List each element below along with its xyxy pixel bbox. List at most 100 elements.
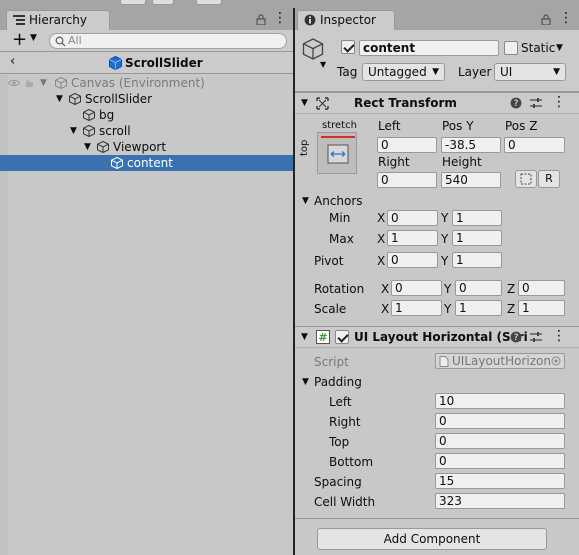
layer-dropdown[interactable]: UI ▼ xyxy=(494,63,566,81)
posy-field[interactable]: -38.5 xyxy=(441,137,501,153)
gameobject-cube-icon xyxy=(55,77,67,89)
blueprint-mode-button[interactable] xyxy=(515,170,537,188)
right-field[interactable]: 0 xyxy=(377,172,437,188)
tree-row-scroll[interactable]: ▼ scroll xyxy=(0,123,293,139)
visibility-eye-icon[interactable] xyxy=(8,79,20,87)
hierarchy-list-icon xyxy=(13,14,25,26)
back-chevron-icon[interactable]: ‹ xyxy=(10,53,15,71)
add-button[interactable]: + xyxy=(12,30,27,50)
gameobject-cube-icon xyxy=(111,157,123,169)
padding-top-field[interactable]: 0 xyxy=(435,433,565,449)
anchors-foldout-arrow-icon[interactable]: ▼ xyxy=(302,193,309,209)
gameobject-cube-icon[interactable] xyxy=(302,38,324,60)
rotation-x-field[interactable]: 0 xyxy=(391,280,442,296)
padding-right-field[interactable]: 0 xyxy=(435,413,565,429)
anchor-preset-button[interactable] xyxy=(317,132,357,174)
anchor-stretch-icon xyxy=(321,136,355,164)
anchor-max-x-field[interactable]: 1 xyxy=(387,230,438,246)
pivot-y-field[interactable]: 1 xyxy=(452,252,502,268)
padding-bottom-field[interactable]: 0 xyxy=(435,453,565,469)
expand-arrow-icon[interactable]: ▼ xyxy=(40,75,47,91)
lock-icon[interactable] xyxy=(256,14,266,25)
tab-inspector[interactable]: Inspector xyxy=(297,10,395,30)
active-checkbox[interactable] xyxy=(341,40,355,54)
lock-icon[interactable] xyxy=(541,14,551,25)
rect-transform-header[interactable]: ▼ Rect Transform ? ⋮ xyxy=(295,92,579,114)
posz-field[interactable]: 0 xyxy=(504,137,565,153)
padding-left-label: Left xyxy=(329,395,352,409)
padding-foldout-arrow-icon[interactable]: ▼ xyxy=(302,374,309,390)
blueprint-icon xyxy=(520,173,532,185)
pivot-label: Pivot xyxy=(314,254,344,268)
tree-row-scrollslider[interactable]: ▼ ScrollSlider xyxy=(0,91,293,107)
tab-hierarchy[interactable]: Hierarchy xyxy=(6,10,110,30)
layer-label: Layer xyxy=(458,65,492,79)
preset-sliders-icon[interactable] xyxy=(530,97,542,109)
raw-edit-button[interactable]: R xyxy=(538,170,560,188)
collapse-arrow-icon[interactable]: ▼ xyxy=(301,95,308,111)
script-label: Script xyxy=(314,355,349,369)
gameobject-cube-icon xyxy=(83,125,95,137)
scene-title: ScrollSlider xyxy=(125,56,203,70)
rotation-y-field[interactable]: 0 xyxy=(455,280,502,296)
anchor-min-y-field[interactable]: 1 xyxy=(452,210,502,226)
kebab-menu-icon[interactable]: ⋮ xyxy=(552,328,566,344)
kebab-menu-icon[interactable]: ⋮ xyxy=(559,10,573,26)
expand-arrow-icon[interactable]: ▼ xyxy=(84,139,91,155)
tree-row-bg[interactable]: bg xyxy=(0,107,293,123)
add-dropdown-chevron-icon[interactable]: ▼ xyxy=(30,33,37,43)
tag-dropdown[interactable]: Untagged ▼ xyxy=(362,63,445,81)
gameobject-cube-icon xyxy=(83,109,95,121)
gameobject-cube-icon xyxy=(97,141,109,153)
static-checkbox[interactable] xyxy=(504,41,518,55)
anchor-max-y-field[interactable]: 1 xyxy=(452,230,502,246)
layout-component-header[interactable]: ▼ # UI Layout Horizontal (Scri ? ⋮ xyxy=(295,326,579,348)
min-label: Min xyxy=(329,211,351,225)
tree-row-label: content xyxy=(127,156,173,170)
height-field[interactable]: 540 xyxy=(441,172,501,188)
help-icon[interactable]: ? xyxy=(510,97,522,109)
toolbar-stub-button[interactable] xyxy=(196,0,222,5)
pivot-x-field[interactable]: 0 xyxy=(387,252,438,268)
svg-text:?: ? xyxy=(514,99,519,109)
add-component-button[interactable]: Add Component xyxy=(317,528,547,550)
spacing-label: Spacing xyxy=(314,475,362,489)
left-label: Left xyxy=(378,119,401,133)
cell-width-field[interactable]: 323 xyxy=(435,493,565,509)
kebab-menu-icon[interactable]: ⋮ xyxy=(273,10,287,26)
left-field[interactable]: 0 xyxy=(377,137,437,153)
right-label: Right xyxy=(378,155,410,169)
script-file-icon xyxy=(439,356,449,367)
object-name-field[interactable]: content xyxy=(359,40,499,56)
rotation-z-field[interactable]: 0 xyxy=(518,280,565,296)
static-dropdown-chevron-icon[interactable]: ▼ xyxy=(556,43,563,53)
spacing-field[interactable]: 15 xyxy=(435,473,565,489)
tree-row-canvas[interactable]: ▼ Canvas (Environment) xyxy=(0,75,293,91)
icon-dropdown-chevron-icon[interactable]: ▼ xyxy=(320,60,326,69)
tree-row-content[interactable]: content xyxy=(0,155,293,171)
max-y-axis-label: Y xyxy=(441,232,449,246)
scale-z-field[interactable]: 1 xyxy=(518,300,565,316)
collapse-arrow-icon[interactable]: ▼ xyxy=(301,329,308,345)
expand-arrow-icon[interactable]: ▼ xyxy=(70,123,77,139)
rect-transform-title: Rect Transform xyxy=(354,96,457,110)
min-y-axis-label: Y xyxy=(441,211,449,225)
section-divider xyxy=(295,518,579,519)
preset-sliders-icon[interactable] xyxy=(530,331,542,343)
toolbar-stub-button[interactable] xyxy=(120,0,146,5)
object-picker-icon[interactable] xyxy=(551,356,561,366)
script-field: UILayoutHorizon xyxy=(435,353,565,369)
scale-x-field[interactable]: 1 xyxy=(391,300,442,316)
search-input[interactable]: All xyxy=(49,33,287,49)
pickable-hand-icon[interactable] xyxy=(24,78,34,88)
expand-arrow-icon[interactable]: ▼ xyxy=(56,91,63,107)
toolbar-stub-button[interactable] xyxy=(152,0,174,5)
scale-y-field[interactable]: 1 xyxy=(455,300,502,316)
tree-row-viewport[interactable]: ▼ Viewport xyxy=(0,139,293,155)
help-icon[interactable]: ? xyxy=(510,331,522,343)
component-enabled-checkbox[interactable] xyxy=(335,330,349,344)
padding-left-field[interactable]: 10 xyxy=(435,393,565,409)
anchor-min-x-field[interactable]: 0 xyxy=(387,210,438,226)
tree-row-label: Canvas (Environment) xyxy=(71,76,205,90)
kebab-menu-icon[interactable]: ⋮ xyxy=(552,94,566,110)
